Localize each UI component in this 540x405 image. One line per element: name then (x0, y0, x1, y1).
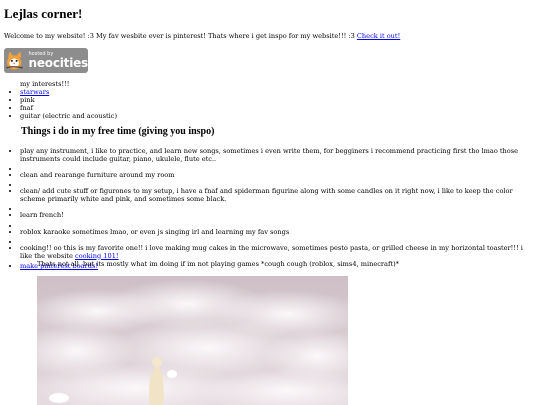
page: Lejlas corner! Welcome to my website! :3… (0, 0, 540, 405)
interest-item: guitar (electric and acoustic) (20, 112, 117, 121)
pinterest-link[interactable]: Check it out! (357, 32, 400, 40)
interests-list: starwars pink fnaf guitar (electric and … (4, 88, 117, 121)
welcome-text: Welcome to my website! :3 My fav wesbite… (4, 32, 400, 41)
page-title: Lejlas corner! (4, 6, 83, 21)
activity-item: roblox karaoke sometimes lmao, or even j… (20, 228, 534, 237)
activity-item: clean and rearange furniture around my r… (20, 171, 534, 180)
neocities-badge[interactable]: hosted by neocities (4, 48, 88, 73)
activity-item: clean/ add cute stuff or figurones to my… (20, 187, 534, 204)
section-title: Things i do in my free time (giving you … (21, 126, 215, 137)
interests-section: my interests!!! starwars pink fnaf guita… (4, 80, 117, 121)
activities-list: play any instrument, i like to practice,… (4, 147, 534, 271)
cloud-photo (37, 276, 348, 405)
badge-text: hosted by neocities (28, 52, 88, 70)
starwars-link[interactable]: starwars (20, 88, 49, 96)
interest-item: pink (20, 96, 117, 105)
activity-item: cooking!! oo this is my favorite one!! i… (20, 244, 534, 261)
activity-item: learn french! (20, 212, 534, 220)
activities-section: play any instrument, i like to practice,… (4, 147, 534, 273)
closing-note: Thats not all, but its mostly what im do… (37, 260, 399, 268)
badge-brand: neocities (28, 56, 88, 70)
activity-item: play any instrument, i like to practice,… (20, 147, 534, 164)
cooking-link[interactable]: cooking 101! (75, 252, 119, 260)
welcome-message: Welcome to my website! :3 My fav wesbite… (4, 32, 357, 40)
neocities-cat-icon (4, 50, 28, 71)
